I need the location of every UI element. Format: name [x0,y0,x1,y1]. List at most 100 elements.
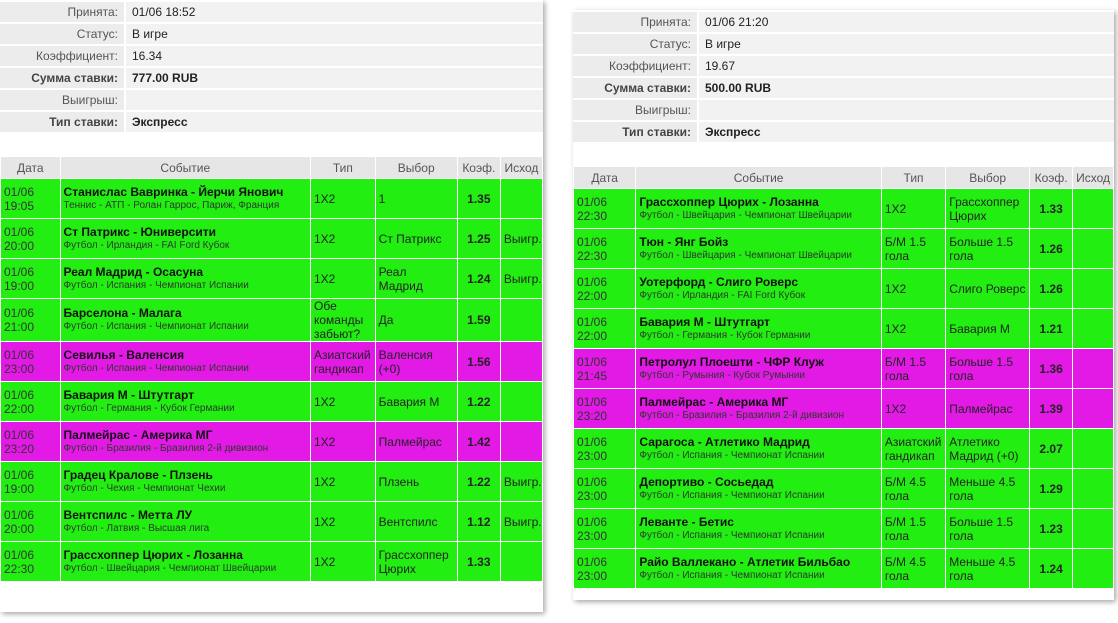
info-label: Принята: [573,12,699,32]
bet-event: Палмейрас - Америка МГ Футбол - Бразилия … [59,421,312,462]
bet-result [1072,468,1114,509]
bet-row[interactable]: 01/06 23:00 Леванте - Бетис Футбол - Испани… [572,508,1114,549]
bet-type: 1Х2 [310,421,376,462]
bet-row[interactable]: 01/06 21:00 Барселона - Малага Футбол - Исп… [0,298,544,342]
bet-time: 21:00 [4,320,35,334]
bet-row[interactable]: 01/06 23:00 Севилья - Валенсия Футбол - Исп… [0,341,544,382]
bet-result [1072,548,1114,589]
bet-row[interactable]: 01/06 22:30 Тюн - Янг Бойз Футбол - Швейцар… [572,228,1114,269]
info-label: Выигрыш: [573,100,699,120]
bet-result: Выигр. [499,218,544,259]
bet-date: 01/06 [577,354,608,369]
bet-time: 23:20 [4,441,35,456]
bet-row[interactable]: 01/06 22:00 Бавария М - Штутгарт Футбол - Г… [0,381,544,422]
bet-datetime: 01/06 22:30 [572,188,637,229]
event-name: Барселона - Малага [63,306,182,320]
bet-row[interactable]: 01/06 20:00 Вентспилс - Метта ЛУ Футбол - Л… [0,501,544,542]
bet-result [1072,348,1114,389]
bet-type: 1Х2 [310,218,376,259]
bet-type: 1Х2 [880,388,947,429]
event-league: Футбол - Испания - Чемпионат Испании [639,449,825,461]
bet-odd: 1.22 [456,381,501,422]
event-name: Станислас Вавринка - Йерчи Янович [63,184,284,199]
bet-event: Бавария М - Штутгарт Футбол - Германия - … [59,381,312,422]
bet-event: Тюн - Янг Бойз Футбол - Швейцария - Чемпи… [635,228,882,269]
info-value: В игре [126,24,543,44]
bet-pick: Грассхоппер Цюрих [945,188,1031,229]
bet-time: 23:00 [577,488,608,503]
bet-type: 1Х2 [310,461,376,502]
bet-row[interactable]: 01/06 22:00 Уотерфорд - Слиго Роверс Футбол… [572,268,1114,309]
bet-row[interactable]: 01/06 23:20 Палмейрас - Америка МГ Футбол -… [0,421,544,462]
bet-odd: 1.59 [456,298,501,342]
event-name: Петролул Плоешти - ЧФР Клуж [639,354,824,369]
bet-row[interactable]: 01/06 23:00 Депортиво - Сосьедад Футбол - И… [572,468,1114,509]
event-league: Футбол - Германия - Кубок Германии [63,402,235,414]
bet-time: 19:00 [4,481,35,496]
bet-date: 01/06 [4,306,35,320]
event-name: Вентспилс - Метта ЛУ [63,507,193,522]
event-league: Футбол - Швейцария - Чемпионат Швейцарии [63,562,277,574]
bet-event: Барселона - Малага Футбол - Испания - Чем… [59,298,312,342]
bet-datetime: 01/06 20:00 [0,218,61,259]
info-value: В игре [699,34,1114,54]
bet-row[interactable]: 01/06 23:00 Сарагоса - Атлетико Мадрид Футб… [572,428,1114,469]
bet-row[interactable]: 01/06 20:00 Ст Патрикс - Юниверсити Футбол … [0,218,544,259]
event-name: Райо Валлекано - Атлетик Бильбао [639,554,851,569]
bet-datetime: 01/06 22:00 [572,268,637,309]
bet-event: Палмейрас - Америка МГ Футбол - Бразилия … [635,388,882,429]
bet-odd: 1.35 [456,178,501,219]
bet-datetime: 01/06 23:00 [572,548,637,589]
bet-row[interactable]: 01/06 22:30 Грассхоппер Цюрих - Лозанна Фут… [572,188,1114,229]
info-label: Сумма ставки: [573,78,699,98]
info-row: Выигрыш: [573,100,1114,120]
bet-odd: 1.33 [1029,188,1074,229]
info-row: Сумма ставки: 777.00 RUB [0,68,543,88]
event-league: Теннис - АТП - Ролан Гаррос, Париж, Фран… [63,199,280,211]
info-label: Коэффициент: [573,56,699,76]
header-event: Событие [59,156,312,179]
bet-odd: 1.12 [456,501,501,542]
bet-date: 01/06 [4,507,35,522]
bet-type: Азиатский гандикап [880,428,947,469]
bet-result [1072,388,1114,429]
bet-info-table: Принята: 01/06 21:20 Статус: В игре Коэффици… [573,10,1114,144]
bet-row[interactable]: 01/06 19:00 Реал Мадрид - Осасуна Футбол - … [0,258,544,299]
bet-row[interactable]: 01/06 23:20 Палмейрас - Америка МГ Футбол -… [572,388,1114,429]
info-value [699,100,1114,120]
bet-odd: 1.25 [456,218,501,259]
bet-event: Бавария М - Штутгарт Футбол - Германия - … [635,308,882,349]
event-name: Грассхоппер Цюрих - Лозанна [63,547,243,562]
bet-date: 01/06 [577,274,608,289]
bet-row[interactable]: 01/06 22:30 Грассхоппер Цюрих - Лозанна Фут… [0,541,544,582]
bet-result [499,541,544,582]
event-name: Палмейрас - Америка МГ [639,394,789,409]
bet-row[interactable]: 01/06 19:00 Градец Кралове - Плзень Футбол … [0,461,544,502]
bet-odd: 1.29 [1029,468,1074,509]
bet-row[interactable]: 01/06 23:00 Райо Валлекано - Атлетик Бильб… [572,548,1114,589]
bet-odd: 1.39 [1029,388,1074,429]
bet-row[interactable]: 01/06 19:05 Станислас Вавринка - Йерчи Яно… [0,178,544,219]
bet-date: 01/06 [577,194,608,209]
event-name: Грассхоппер Цюрих - Лозанна [639,194,819,209]
bet-time: 22:00 [577,328,608,343]
info-row: Статус: В игре [573,34,1114,54]
bet-row[interactable]: 01/06 22:00 Бавария М - Штутгарт Футбол - Г… [572,308,1114,349]
bet-type: Б/М 1.5 гола [880,348,947,389]
header-date: Дата [572,166,637,189]
bet-datetime: 01/06 23:00 [572,428,637,469]
bet-date: 01/06 [4,264,35,279]
bet-time: 23:00 [577,528,608,543]
bet-time: 22:30 [4,561,35,576]
info-label: Выигрыш: [0,90,126,110]
bet-type: 1Х2 [880,308,947,349]
info-value [126,90,543,110]
bet-type: Б/М 4.5 гола [880,468,947,509]
bet-time: 23:20 [577,408,608,423]
event-name: Ст Патрикс - Юниверсити [63,224,217,239]
bet-date: 01/06 [4,224,35,239]
header-odd: Коэф. [1029,166,1074,189]
bet-slip-panel-2: Принята: 01/06 21:20 Статус: В игре Коэффици… [572,10,1114,600]
bet-row[interactable]: 01/06 21:45 Петролул Плоешти - ЧФР Клуж Фут… [572,348,1114,389]
bet-type: Б/М 1.5 гола [880,228,947,269]
